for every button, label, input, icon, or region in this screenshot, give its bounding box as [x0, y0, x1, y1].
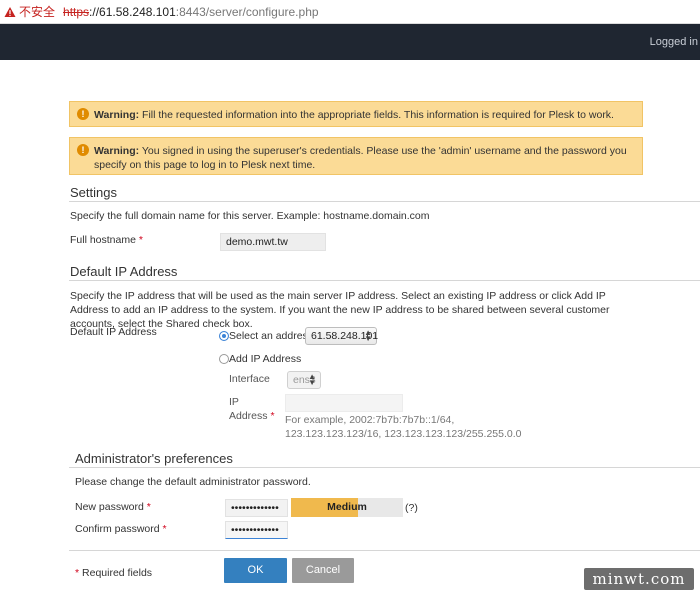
url-path: :8443/server/configure.php [175, 4, 319, 19]
hostname-input[interactable]: demo.mwt.tw [220, 233, 326, 251]
new-password-input[interactable]: ••••••••••••• [225, 499, 288, 517]
confirm-password-input[interactable]: ••••••••••••• [225, 521, 288, 539]
warning-box-required: ! Warning: Fill the requested informatio… [69, 101, 643, 127]
url-host: ://61.58.248.101 [89, 4, 176, 19]
admin-section-title: Administrator's preferences [75, 451, 233, 466]
ip-address-input [285, 394, 403, 412]
password-help-link[interactable]: (?) [405, 501, 418, 515]
password-strength-meter: Medium [291, 498, 403, 517]
address-bar[interactable]: 不安全 https://61.58.248.101:8443/server/co… [0, 0, 700, 24]
ok-button[interactable]: OK [224, 558, 287, 583]
strength-label: Medium [327, 501, 367, 513]
exclamation-icon: ! [77, 108, 89, 120]
warning-text: You signed in using the superuser's cred… [94, 145, 627, 171]
default-ip-label: Default IP Address [70, 326, 157, 338]
select-arrows-icon: ▲ ▼ [308, 372, 316, 387]
divider [69, 467, 700, 468]
exclamation-icon: ! [77, 144, 89, 156]
insecure-label: 不安全 [19, 5, 56, 19]
cancel-button[interactable]: Cancel [292, 558, 354, 583]
add-ip-label[interactable]: Add IP Address [229, 352, 301, 366]
url-scheme: https [63, 4, 90, 19]
top-header: Logged in [0, 24, 700, 60]
warning-label: Warning: [94, 109, 140, 121]
select-address-label[interactable]: Select an address [229, 329, 313, 343]
admin-description: Please change the default administrator … [75, 476, 311, 488]
ip-section-title: Default IP Address [70, 264, 178, 279]
settings-title: Settings [70, 185, 117, 200]
divider [69, 550, 700, 551]
interface-label: Interface [229, 373, 270, 385]
warning-text: Fill the requested information into the … [139, 109, 614, 121]
divider [69, 201, 700, 202]
required-fields-note: * Required fields [75, 567, 153, 579]
add-ip-radio[interactable] [219, 354, 229, 364]
hostname-label: Full hostname * [70, 234, 143, 246]
ip-example-hint: For example, 2002:7b7b:7b7b::1/64, 123.1… [285, 414, 522, 440]
warning-label: Warning: [94, 145, 140, 157]
logged-in-link[interactable]: Logged in [650, 36, 698, 48]
confirm-password-label: Confirm password * [75, 523, 167, 535]
watermark-logo: minwt.com [584, 568, 694, 590]
select-arrows-icon: ▲ ▼ [364, 328, 372, 343]
ip-label: IP Address * [229, 396, 275, 422]
select-address-radio[interactable] [219, 331, 229, 341]
interface-select: ens3 ▲ ▼ [287, 371, 321, 389]
warning-box-superuser: ! Warning: You signed in using the super… [69, 137, 643, 175]
warning-triangle-icon [4, 6, 16, 17]
settings-description: Specify the full domain name for this se… [70, 210, 430, 222]
ip-address-select[interactable]: 61.58.248.101 ▲ ▼ [305, 327, 378, 345]
divider [69, 280, 700, 281]
new-password-label: New password * [75, 501, 151, 513]
